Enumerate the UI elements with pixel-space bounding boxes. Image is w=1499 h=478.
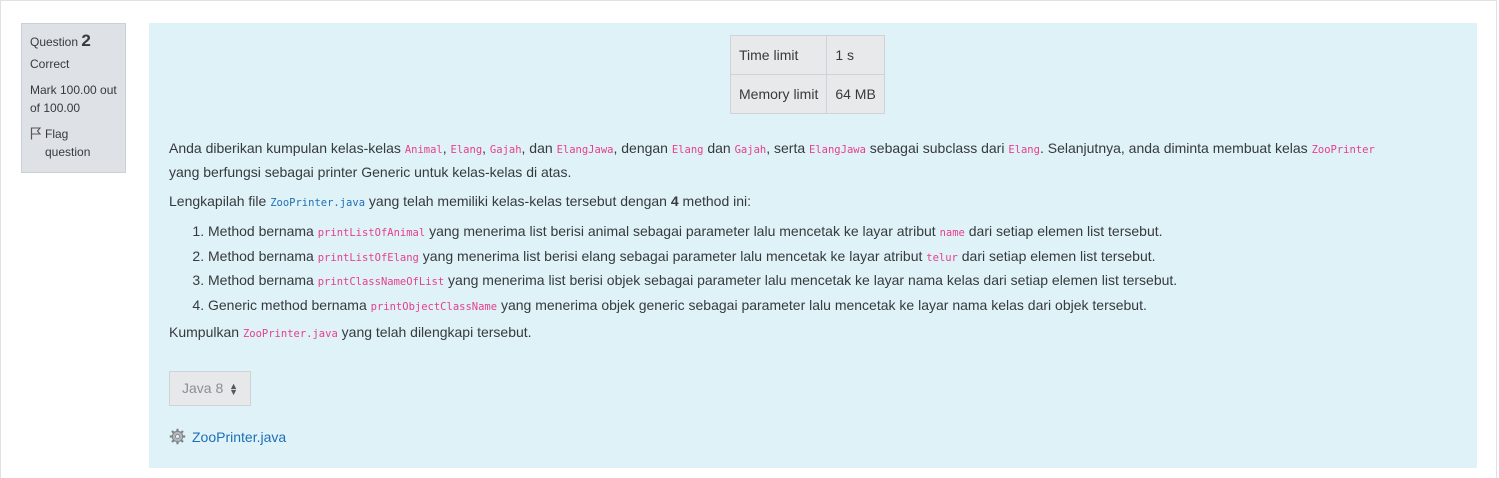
table-row: Memory limit 64 MB: [729, 74, 885, 114]
limits-table: Time limit 1 s Memory limit 64 MB: [729, 35, 885, 114]
time-limit-value: 1 s: [826, 35, 885, 75]
question-content: Time limit 1 s Memory limit 64 MB Anda d…: [149, 23, 1477, 468]
attachment-link[interactable]: ZooPrinter.java: [192, 429, 286, 445]
table-row: Time limit 1 s: [729, 35, 885, 75]
flag-icon: [30, 127, 42, 140]
method-list: Method bernama printListOfAnimal yang me…: [169, 220, 1409, 318]
question-info-panel: Question 2 Correct Mark 100.00 out of 10…: [21, 23, 126, 173]
list-item: Method bernama printListOfElang yang men…: [208, 245, 1409, 270]
gear-icon: [169, 428, 186, 445]
question-state: Correct: [30, 57, 70, 71]
flag-question-label: Flag question: [45, 127, 91, 159]
language-select[interactable]: Java 8 ▲ ▼: [169, 371, 251, 406]
select-arrows-icon: ▲ ▼: [229, 381, 238, 397]
language-select-value: Java 8: [182, 380, 224, 396]
submit-instruction: Kumpulkan ZooPrinter.java yang telah dil…: [169, 324, 532, 340]
flag-question-button[interactable]: Flag question: [30, 125, 117, 161]
instruction-paragraph: Lengkapilah file ZooPrinter.java yang te…: [169, 193, 752, 209]
time-limit-label: Time limit: [729, 35, 828, 75]
question-text: Anda diberikan kumpulan kelas-kelas Anim…: [169, 137, 1409, 318]
list-item: Generic method bernama printObjectClassN…: [208, 294, 1409, 319]
question-number: Question 2: [30, 31, 91, 50]
question-grade: Mark 100.00 out of 100.00: [30, 83, 117, 115]
list-item: Method bernama printClassNameOfList yang…: [208, 269, 1409, 294]
memory-limit-label: Memory limit: [729, 74, 828, 114]
memory-limit-value: 64 MB: [826, 74, 885, 114]
list-item: Method bernama printListOfAnimal yang me…: [208, 220, 1409, 245]
attachment: ZooPrinter.java: [169, 428, 286, 445]
description-paragraph: Anda diberikan kumpulan kelas-kelas Anim…: [169, 140, 1375, 180]
